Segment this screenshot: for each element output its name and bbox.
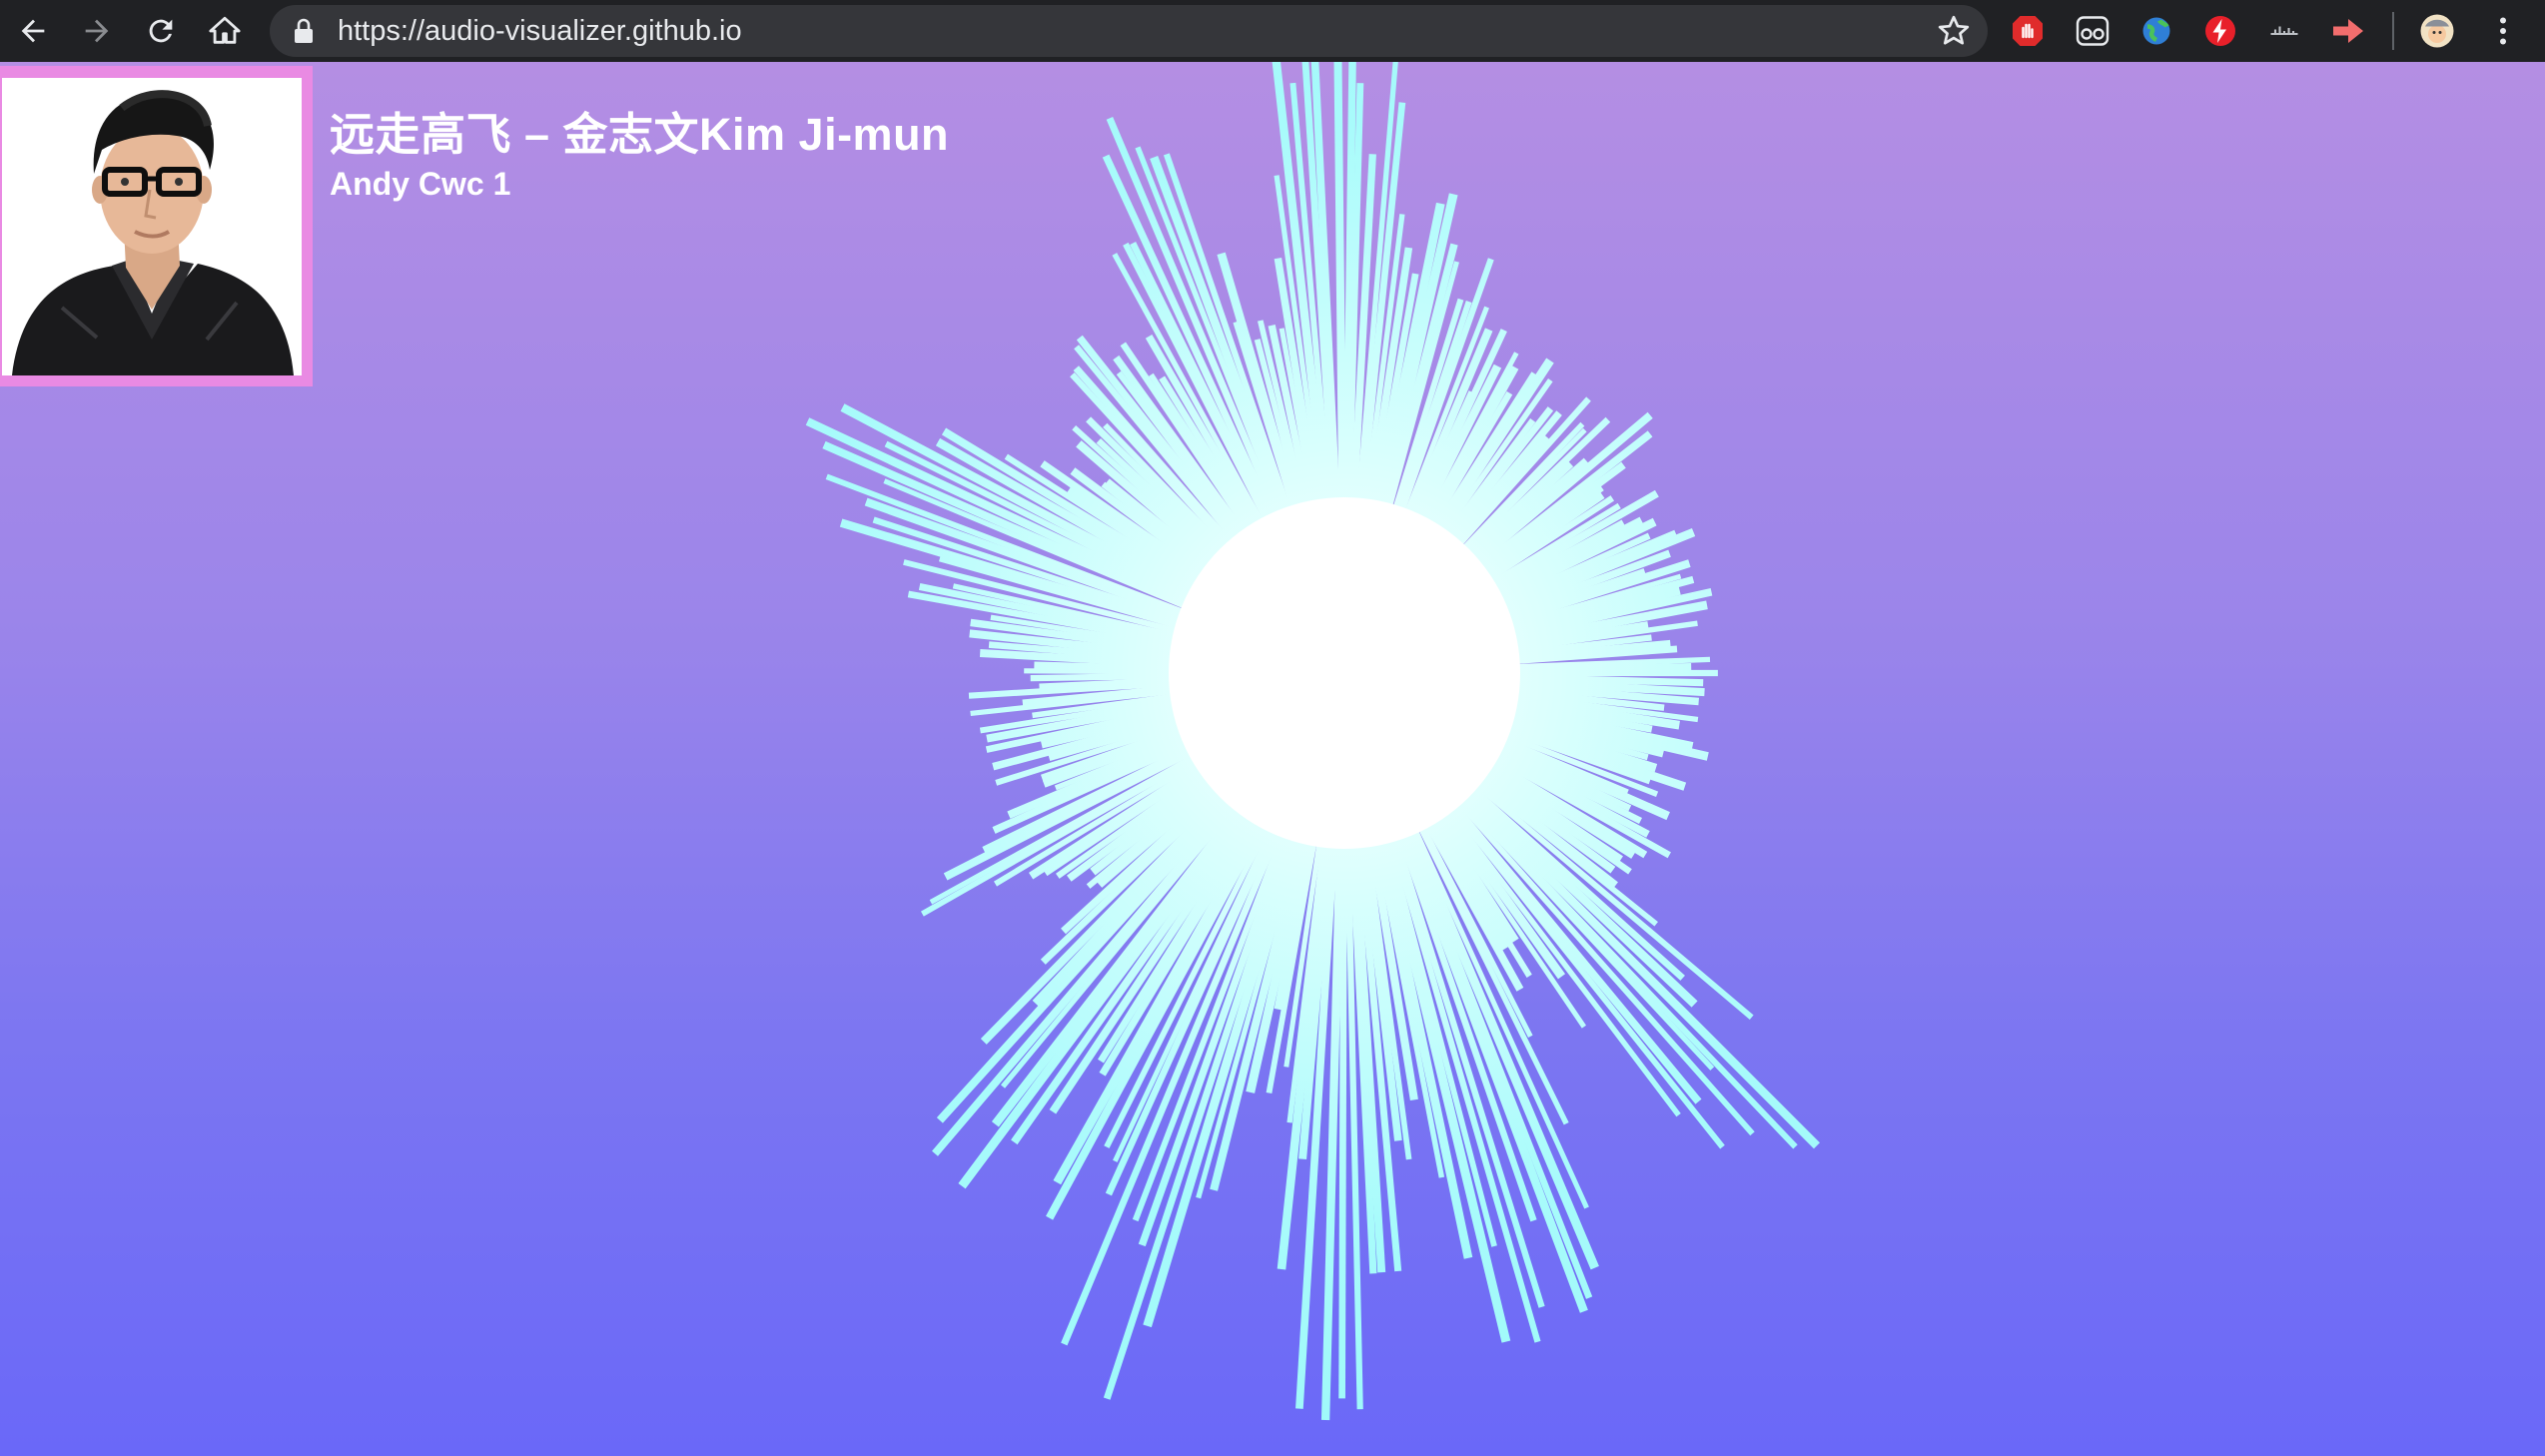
song-title: 远走高飞 – 金志文Kim Ji-mun bbox=[330, 109, 950, 160]
globe-extension-button[interactable] bbox=[2135, 10, 2177, 52]
lightning-icon bbox=[2205, 16, 2235, 46]
reload-button[interactable] bbox=[136, 6, 186, 56]
lock-icon bbox=[295, 18, 313, 43]
arrow-right-icon bbox=[85, 19, 109, 43]
album-cover-portrait bbox=[2, 78, 302, 375]
profile-avatar-button[interactable] bbox=[2416, 10, 2458, 52]
album-cover[interactable] bbox=[2, 78, 302, 375]
browser-menu-button[interactable] bbox=[2482, 10, 2524, 52]
home-icon bbox=[209, 16, 241, 44]
home-button[interactable] bbox=[200, 6, 250, 56]
waveform-icon bbox=[2270, 26, 2298, 36]
song-artist: Andy Cwc 1 bbox=[330, 166, 511, 202]
browser-toolbar: https://audio-visualizer.github.io bbox=[0, 0, 2545, 62]
glasses-icon bbox=[2076, 16, 2110, 46]
forward-arrow-icon bbox=[2333, 19, 2363, 43]
adblock-hand-icon bbox=[2013, 16, 2043, 46]
frequency-bar bbox=[1493, 663, 1692, 675]
back-button[interactable] bbox=[8, 6, 58, 56]
toolbar-divider bbox=[2392, 12, 2394, 50]
avatar-icon bbox=[2420, 14, 2454, 48]
lightning-extension-button[interactable] bbox=[2199, 10, 2241, 52]
address-bar[interactable]: https://audio-visualizer.github.io bbox=[270, 5, 1988, 57]
waveform-extension-button[interactable] bbox=[2263, 10, 2305, 52]
audio-visualizer[interactable] bbox=[0, 62, 2545, 1456]
adblock-extension-button[interactable] bbox=[2007, 10, 2049, 52]
kebab-menu-icon bbox=[2500, 17, 2506, 45]
bookmark-star-icon[interactable] bbox=[1936, 13, 1972, 49]
reload-icon bbox=[149, 19, 173, 43]
visualizer-page: 远走高飞 – 金志文Kim Ji-mun Andy Cwc 1 bbox=[0, 62, 2545, 1456]
center-circle bbox=[1169, 497, 1520, 849]
forward-button[interactable] bbox=[72, 6, 122, 56]
arrow-left-icon bbox=[21, 19, 45, 43]
globe-icon bbox=[2142, 17, 2170, 45]
forward-extension-button[interactable] bbox=[2327, 10, 2369, 52]
url-text[interactable]: https://audio-visualizer.github.io bbox=[338, 13, 742, 49]
frequency-bar bbox=[1333, 62, 1347, 524]
album-cover-frame bbox=[0, 66, 313, 386]
glasses-extension-button[interactable] bbox=[2072, 10, 2114, 52]
